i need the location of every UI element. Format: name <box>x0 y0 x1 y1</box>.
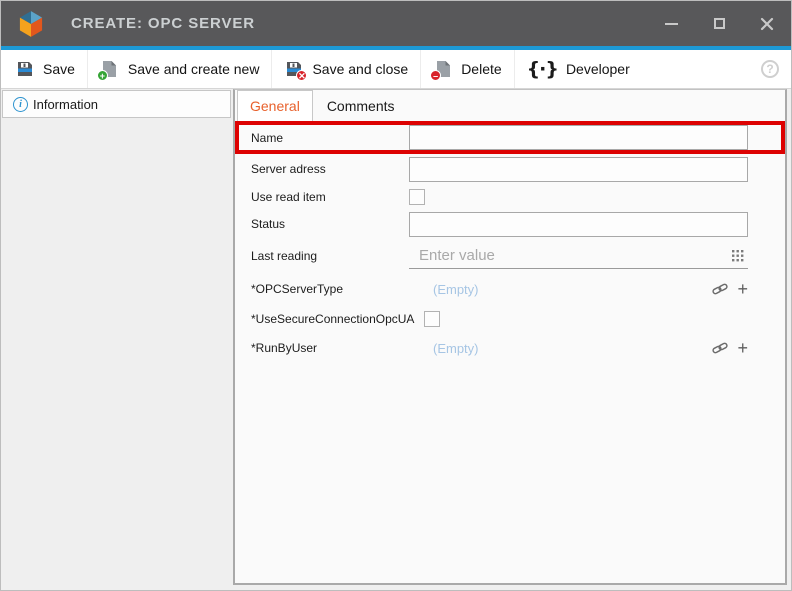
save-and-close-icon: ✕ <box>284 59 304 79</box>
opcservertype-value[interactable]: (Empty) <box>409 282 479 297</box>
delete-icon: – <box>433 59 453 79</box>
link-reference-icon[interactable] <box>712 341 728 355</box>
save-and-close-label: Save and close <box>312 61 408 77</box>
close-icon <box>760 17 774 31</box>
server-adress-input[interactable] <box>409 157 748 182</box>
field-row-server-adress: Server adress <box>235 154 785 184</box>
save-button[interactable]: Save <box>3 50 88 88</box>
add-reference-icon[interactable]: + <box>737 339 748 357</box>
status-input[interactable] <box>409 212 748 237</box>
field-label: *UseSecureConnectionOpcUA <box>251 312 424 326</box>
field-label: Server adress <box>251 162 409 176</box>
usesecureconnectionopcua-checkbox[interactable] <box>424 311 440 327</box>
maximize-icon <box>714 18 725 29</box>
save-and-create-new-label: Save and create new <box>128 61 260 77</box>
save-label: Save <box>43 61 75 77</box>
sidebar-item-information[interactable]: i Information <box>2 90 231 118</box>
field-label: Last reading <box>251 249 409 263</box>
sidebar-item-label: Information <box>33 97 98 112</box>
save-icon <box>15 59 35 79</box>
developer-icon: {·} <box>527 58 558 80</box>
toolbar: Save + Save and create new ✕ <box>1 50 791 89</box>
value-picker-grid-icon[interactable] <box>732 250 744 262</box>
minimize-icon <box>665 23 678 25</box>
developer-label: Developer <box>566 61 630 77</box>
field-label: *OPCServerType <box>251 282 409 296</box>
save-and-close-button[interactable]: ✕ Save and close <box>272 50 421 88</box>
dialog-window: CREATE: OPC SERVER <box>0 0 792 591</box>
form-general: Name Server adress Use read item <box>235 121 785 583</box>
field-row-runbyuser: *RunByUser (Empty) <box>235 331 785 365</box>
tab-general[interactable]: General <box>237 90 313 121</box>
field-label: *RunByUser <box>251 341 409 355</box>
help-icon: ? <box>766 62 773 76</box>
window-controls <box>647 1 791 46</box>
save-and-create-new-icon: + <box>100 59 120 79</box>
main-panel: General Comments Name Server adress <box>233 89 787 585</box>
tab-comments[interactable]: Comments <box>313 90 409 121</box>
close-button[interactable] <box>743 1 791 46</box>
maximize-button[interactable] <box>695 1 743 46</box>
delete-button[interactable]: – Delete <box>421 50 514 88</box>
field-row-last-reading: Last reading <box>235 239 785 272</box>
developer-button[interactable]: {·} Developer <box>515 50 642 88</box>
last-reading-input[interactable] <box>409 243 748 269</box>
field-row-name: Name <box>235 121 785 154</box>
field-row-status: Status <box>235 209 785 239</box>
info-icon: i <box>13 97 28 112</box>
plus-badge-icon: + <box>97 70 108 81</box>
app-logo-icon <box>17 10 45 38</box>
field-row-usesecureconnectionopcua: *UseSecureConnectionOpcUA <box>235 306 785 331</box>
link-reference-icon[interactable] <box>712 282 728 296</box>
close-badge-icon: ✕ <box>296 70 307 81</box>
use-read-item-checkbox[interactable] <box>409 189 425 205</box>
name-input[interactable] <box>409 125 748 150</box>
delete-label: Delete <box>461 61 501 77</box>
tab-comments-label: Comments <box>327 98 395 114</box>
window-title: CREATE: OPC SERVER <box>71 15 255 32</box>
help-button[interactable]: ? <box>761 60 779 78</box>
minimize-button[interactable] <box>647 1 695 46</box>
titlebar: CREATE: OPC SERVER <box>1 1 791 46</box>
field-label: Status <box>251 217 409 231</box>
save-and-create-new-button[interactable]: + Save and create new <box>88 50 273 88</box>
dialog-body: i Information General Comments Name <box>1 89 791 590</box>
field-label: Name <box>251 131 409 145</box>
sidebar: i Information <box>1 89 233 590</box>
minus-badge-icon: – <box>430 70 441 81</box>
tab-general-label: General <box>250 98 300 114</box>
runbyuser-value[interactable]: (Empty) <box>409 341 479 356</box>
field-row-use-read-item: Use read item <box>235 184 785 209</box>
add-reference-icon[interactable]: + <box>737 280 748 298</box>
tab-bar: General Comments <box>235 90 785 121</box>
field-row-opcservertype: *OPCServerType (Empty) <box>235 272 785 306</box>
field-label: Use read item <box>251 190 409 204</box>
